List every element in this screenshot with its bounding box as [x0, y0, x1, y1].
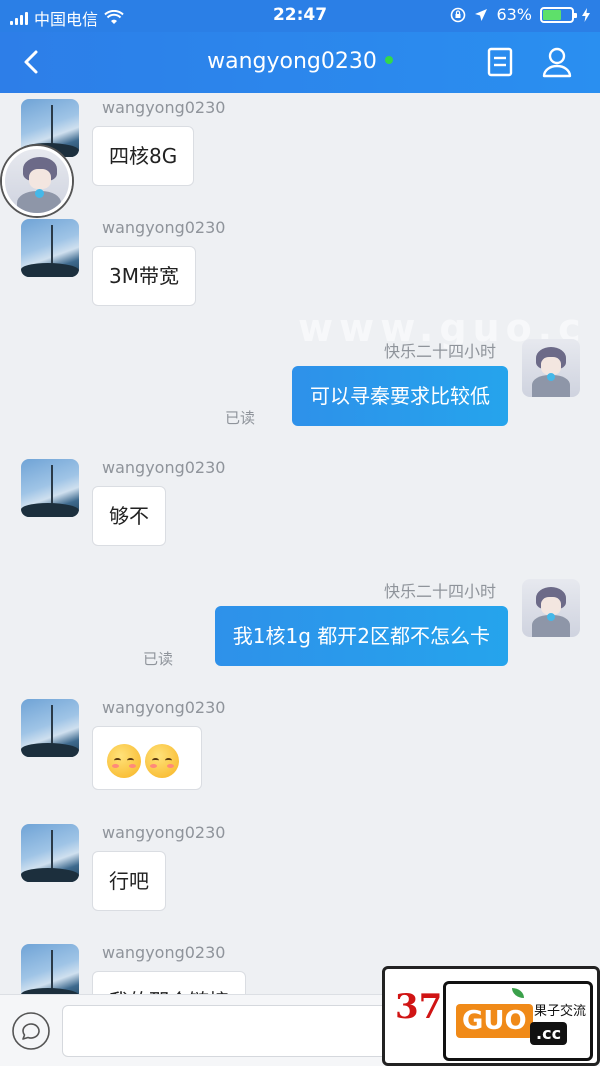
- outgoing-message[interactable]: 我1核1g 都开2区都不怎么卡: [214, 606, 508, 666]
- contact-name: wangyong0230: [207, 49, 377, 74]
- contact-avatar[interactable]: [21, 459, 79, 517]
- read-receipt: 已读: [143, 650, 174, 668]
- sender-name: wangyong0230: [102, 218, 226, 237]
- site-logo: 37 果子交流 GUO .cc: [382, 966, 600, 1066]
- sender-name: 快乐二十四小时: [383, 342, 496, 361]
- blushing-face-emoji: [107, 743, 141, 778]
- sender-name: wangyong0230: [102, 98, 226, 117]
- incoming-message[interactable]: 行吧: [92, 851, 166, 911]
- logo-number: 37: [395, 987, 443, 1027]
- contact-avatar[interactable]: [21, 219, 79, 277]
- sender-name: wangyong0230: [102, 943, 226, 962]
- message-list[interactable]: www.guo.c wangyong0230 四核8G wangyong0230…: [0, 93, 600, 994]
- floating-avatar-button[interactable]: [2, 146, 72, 216]
- voice-chat-icon[interactable]: [11, 1011, 51, 1051]
- message-input[interactable]: [62, 1005, 392, 1057]
- battery-icon: [540, 6, 577, 23]
- sender-name: wangyong0230: [102, 823, 226, 842]
- battery-percent: 63%: [496, 5, 532, 24]
- contact-avatar[interactable]: [21, 824, 79, 882]
- incoming-message[interactable]: 四核8G: [92, 126, 195, 186]
- charging-icon: [582, 7, 590, 22]
- rotation-lock-icon: [451, 7, 466, 22]
- online-status-dot: [384, 56, 393, 64]
- sender-name: 快乐二十四小时: [383, 582, 496, 601]
- incoming-message[interactable]: 3M带宽: [92, 246, 196, 306]
- status-bar: 中国电信 22:47 63%: [0, 0, 600, 32]
- location-icon: [475, 8, 488, 21]
- blushing-face-emoji: [145, 743, 179, 778]
- leaf-icon: [512, 988, 524, 998]
- profile-icon[interactable]: [540, 45, 574, 79]
- logo-brand: GUO: [456, 1004, 533, 1038]
- chat-header: wangyong0230: [0, 32, 600, 93]
- logo-card: 果子交流 GUO .cc: [443, 981, 593, 1061]
- sender-name: wangyong0230: [102, 458, 226, 477]
- read-receipt: 已读: [225, 409, 256, 427]
- contact-avatar[interactable]: [21, 944, 79, 994]
- incoming-message[interactable]: 我的那个链接: [92, 971, 246, 994]
- incoming-emoji-message[interactable]: [92, 726, 202, 790]
- my-avatar[interactable]: [522, 339, 580, 397]
- sender-name: wangyong0230: [102, 698, 226, 717]
- contact-avatar[interactable]: [21, 699, 79, 757]
- document-icon[interactable]: [484, 46, 516, 78]
- logo-tagline: 果子交流: [534, 1004, 587, 1019]
- my-avatar[interactable]: [522, 579, 580, 637]
- logo-suffix: .cc: [530, 1022, 568, 1045]
- incoming-message[interactable]: 够不: [92, 486, 166, 546]
- outgoing-message[interactable]: 可以寻秦要求比较低: [292, 366, 508, 426]
